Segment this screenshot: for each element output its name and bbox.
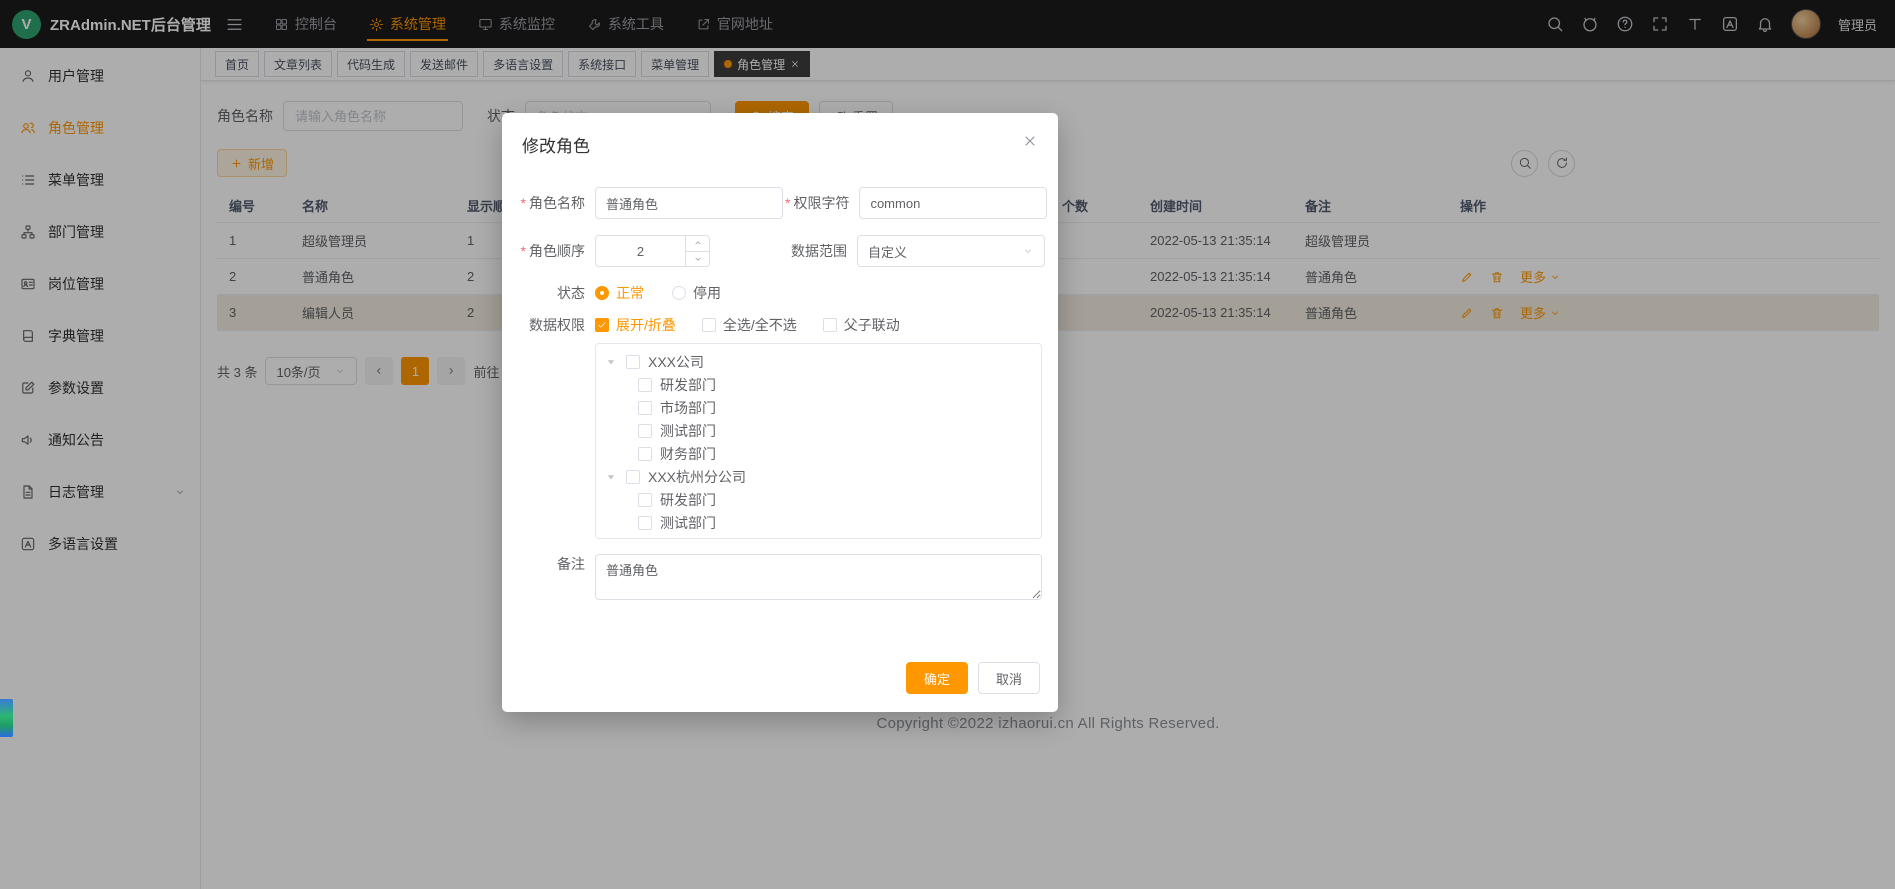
role-order-label: *角色顺序 <box>502 241 595 261</box>
status-radio[interactable]: 停用 <box>672 283 721 303</box>
caret-icon <box>604 355 618 369</box>
tree-node-label: 市场部门 <box>660 398 716 418</box>
tree-expand-caret[interactable] <box>604 470 618 484</box>
role-name-input[interactable] <box>595 187 783 219</box>
role-order-stepper[interactable]: 2 <box>595 235 710 267</box>
tree-node-label: XXX杭州分公司 <box>648 467 746 487</box>
decrease-button[interactable] <box>686 252 709 267</box>
data-perm-checkbox[interactable]: 全选/全不选 <box>702 315 797 335</box>
caret-icon <box>604 470 618 484</box>
radio-label: 停用 <box>693 283 721 303</box>
chevron-up-icon <box>693 238 703 248</box>
required-star: * <box>521 243 526 259</box>
dialog-footer: 确定 取消 <box>906 662 1040 694</box>
data-scope-select[interactable]: 自定义 <box>857 235 1045 267</box>
chevron-down-icon <box>693 254 703 264</box>
chevron-down-icon <box>1022 245 1034 257</box>
required-star: * <box>785 195 790 211</box>
dialog-body: *角色名称 *权限字符 *角色顺序 2 数据范围 <box>502 157 1058 600</box>
radio-dot <box>672 286 686 300</box>
tree-node[interactable]: 测试部门 <box>596 511 1041 534</box>
tree-node-label: 财务部门 <box>660 444 716 464</box>
remark-label: 备注 <box>502 554 595 600</box>
checkbox-label: 父子联动 <box>844 315 900 335</box>
tree-expand-caret[interactable] <box>604 355 618 369</box>
tree-node[interactable]: 研发部门 <box>596 488 1041 511</box>
perm-char-input[interactable] <box>859 187 1047 219</box>
tree-checkbox[interactable] <box>638 516 652 530</box>
tree-checkbox[interactable] <box>638 424 652 438</box>
role-order-value: 2 <box>596 236 685 266</box>
tree-node[interactable]: XXX公司 <box>596 350 1041 373</box>
tree-checkbox[interactable] <box>626 470 640 484</box>
checkbox-box <box>823 318 837 332</box>
tree-node[interactable]: 市场部门 <box>596 396 1041 419</box>
checkbox-label: 展开/折叠 <box>616 315 676 335</box>
status-radio[interactable]: 正常 <box>595 283 644 303</box>
data-scope-label: 数据范围 <box>785 241 857 261</box>
dept-tree: XXX公司研发部门市场部门测试部门财务部门XXX杭州分公司研发部门测试部门 <box>595 343 1042 539</box>
tree-checkbox[interactable] <box>638 493 652 507</box>
tree-node[interactable]: XXX杭州分公司 <box>596 465 1041 488</box>
dialog-header: 修改角色 <box>502 113 1058 157</box>
tree-node[interactable]: 财务部门 <box>596 442 1041 465</box>
confirm-button[interactable]: 确定 <box>906 662 968 694</box>
edit-role-dialog: 修改角色 *角色名称 *权限字符 *角色顺序 2 <box>502 113 1058 712</box>
radio-label: 正常 <box>616 283 644 303</box>
tree-node-label: 测试部门 <box>660 513 716 533</box>
tree-node[interactable]: 测试部门 <box>596 419 1041 442</box>
role-name-label: *角色名称 <box>502 193 595 213</box>
tree-checkbox[interactable] <box>638 447 652 461</box>
dialog-title: 修改角色 <box>522 137 590 156</box>
tree-node-label: 测试部门 <box>660 421 716 441</box>
status-label: 状态 <box>502 283 595 303</box>
close-icon <box>1022 133 1038 149</box>
perm-char-label: *权限字符 <box>785 193 859 213</box>
check-icon <box>597 320 607 330</box>
data-perm-checkbox[interactable]: 展开/折叠 <box>595 315 676 335</box>
status-radio-group: 正常 停用 <box>595 283 749 303</box>
data-perm-checkbox[interactable]: 父子联动 <box>823 315 900 335</box>
data-perm-label: 数据权限 <box>502 315 595 335</box>
increase-button[interactable] <box>686 236 709 252</box>
tree-checkbox[interactable] <box>638 401 652 415</box>
tree-node-label: 研发部门 <box>660 490 716 510</box>
tree-node-label: XXX公司 <box>648 352 704 372</box>
checkbox-label: 全选/全不选 <box>723 315 797 335</box>
checkbox-box <box>595 318 609 332</box>
required-star: * <box>521 195 526 211</box>
checkbox-box <box>702 318 716 332</box>
dialog-close-button[interactable] <box>1022 133 1038 149</box>
cancel-button[interactable]: 取消 <box>978 662 1040 694</box>
tree-checkbox[interactable] <box>626 355 640 369</box>
tree-node[interactable]: 研发部门 <box>596 373 1041 396</box>
tree-node-label: 研发部门 <box>660 375 716 395</box>
tree-checkbox[interactable] <box>638 378 652 392</box>
corner-widget <box>0 699 13 737</box>
remark-textarea[interactable]: 普通角色 <box>595 554 1042 600</box>
data-perm-checkbox-group: 展开/折叠 全选/全不选 父子联动 <box>595 315 926 335</box>
data-scope-value: 自定义 <box>868 242 907 261</box>
radio-dot <box>595 286 609 300</box>
